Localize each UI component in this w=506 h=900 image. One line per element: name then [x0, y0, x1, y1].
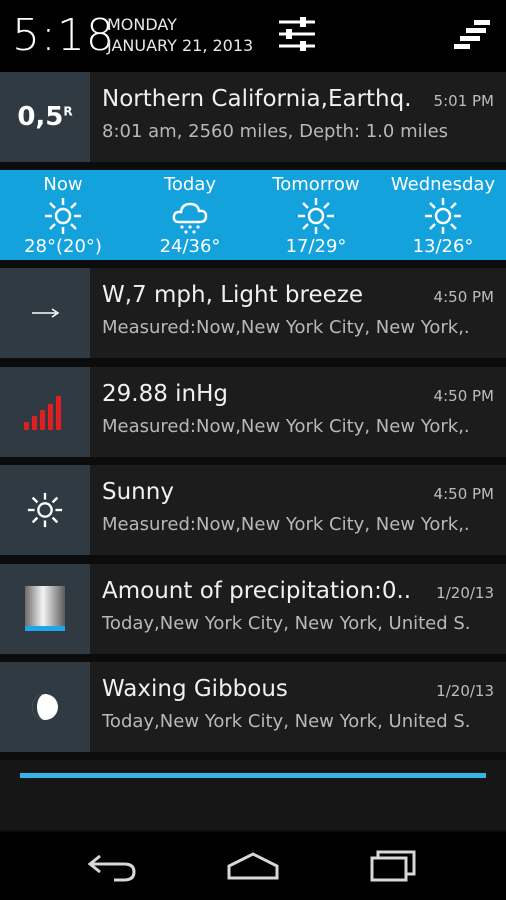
earthquake-magnitude-icon: 0,5R [0, 72, 90, 162]
moon-phase-icon [0, 662, 90, 752]
forecast-now[interactable]: Now 28°(20°) [0, 170, 126, 260]
forecast-temp: 17/29° [285, 236, 347, 257]
shade-drag-handle[interactable] [20, 773, 486, 778]
sliders-icon [279, 17, 315, 51]
home-icon [227, 852, 279, 880]
snow-cloud-icon [172, 202, 208, 234]
notification-title: Amount of precipitation:0.. [102, 578, 412, 604]
notification-subtitle: Today,New York City, New York, United S. [102, 711, 471, 732]
forecast-temp: 28°(20°) [24, 236, 102, 257]
notification-time: 1/20/13 [436, 682, 494, 700]
notification-title: Northern California,Earthq. [102, 86, 412, 112]
magnitude-value: 0,5 [17, 102, 64, 132]
wind-arrow-icon [0, 268, 90, 358]
clear-all-icon [454, 20, 490, 49]
precipitation-gauge-icon [0, 564, 90, 654]
sun-icon [45, 198, 81, 234]
forecast-temp: 24/36° [159, 236, 221, 257]
forecast-label: Today [163, 174, 217, 195]
notification-moon-phase[interactable]: Waxing Gibbous 1/20/13 Today,New York Ci… [0, 662, 506, 752]
notification-subtitle: 8:01 am, 2560 miles, Depth: 1.0 miles [102, 121, 449, 142]
clock: 5:18 [12, 10, 115, 61]
notification-time: 4:50 PM [433, 485, 494, 503]
notification-title: W,7 mph, Light breeze [102, 282, 363, 308]
magnitude-scale: R [63, 104, 73, 119]
notification-header: 5:18 MONDAY JANUARY 21, 2013 [0, 0, 506, 72]
forecast-label: Wednesday [390, 174, 496, 195]
notification-time: 4:50 PM [433, 288, 494, 306]
navigation-bar [0, 832, 506, 900]
quick-settings-button[interactable] [276, 14, 318, 54]
sun-icon [425, 198, 461, 234]
notification-sunny[interactable]: Sunny 4:50 PM Measured:Now,New York City… [0, 465, 506, 555]
notification-subtitle: Measured:Now,New York City, New York,. [102, 317, 470, 338]
home-button[interactable] [225, 846, 281, 886]
forecast-temp: 13/26° [412, 236, 474, 257]
back-icon [87, 854, 136, 882]
forecast-tomorrow[interactable]: Tomorrow 17/29° [253, 170, 379, 260]
weather-forecast-strip[interactable]: Now 28°(20°) Today 24/36° Tomorrow 17/29… [0, 170, 506, 260]
clear-all-button[interactable] [452, 18, 492, 50]
forecast-label: Now [43, 174, 83, 195]
notification-pressure[interactable]: 29.88 inHg 4:50 PM Measured:Now,New York… [0, 367, 506, 457]
notification-title: Waxing Gibbous [102, 676, 288, 702]
notification-precipitation[interactable]: Amount of precipitation:0.. 1/20/13 Toda… [0, 564, 506, 654]
notification-shade-bottom [0, 760, 506, 830]
notification-subtitle: Measured:Now,New York City, New York,. [102, 514, 470, 535]
notification-title: Sunny [102, 479, 174, 505]
notification-wind[interactable]: W,7 mph, Light breeze 4:50 PM Measured:N… [0, 268, 506, 358]
notification-subtitle: Measured:Now,New York City, New York,. [102, 416, 470, 437]
notification-time: 5:01 PM [433, 92, 494, 110]
sun-icon [0, 465, 90, 555]
date-label: JANUARY 21, 2013 [107, 36, 254, 55]
recent-apps-icon [370, 850, 416, 882]
notification-time: 1/20/13 [436, 584, 494, 602]
recent-apps-button[interactable] [366, 846, 422, 886]
back-button[interactable] [84, 846, 140, 886]
notification-title: 29.88 inHg [102, 381, 229, 407]
forecast-today[interactable]: Today 24/36° [127, 170, 253, 260]
notification-earthquake[interactable]: 0,5R Northern California,Earthq. 5:01 PM… [0, 72, 506, 162]
forecast-wednesday[interactable]: Wednesday 13/26° [380, 170, 506, 260]
notification-subtitle: Today,New York City, New York, United S. [102, 613, 471, 634]
weekday-label: MONDAY [107, 15, 177, 34]
notification-time: 4:50 PM [433, 387, 494, 405]
forecast-label: Tomorrow [272, 174, 360, 195]
pressure-bars-icon [0, 367, 90, 457]
sun-icon [298, 198, 334, 234]
